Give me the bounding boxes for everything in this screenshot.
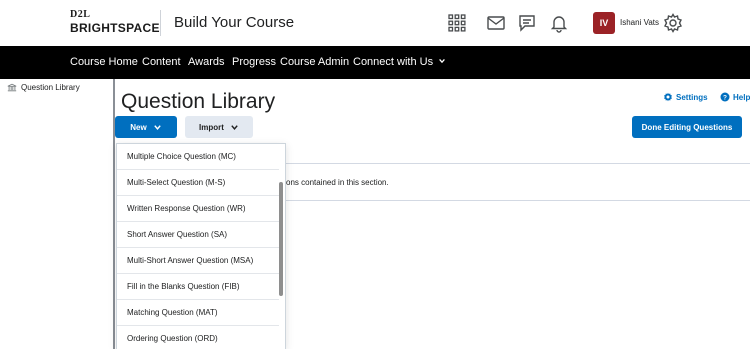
new-button-label: New	[130, 122, 147, 132]
mail-icon[interactable]	[486, 13, 506, 33]
chat-icon[interactable]	[517, 13, 537, 33]
library-icon	[7, 83, 17, 92]
sidebar-item-question-library[interactable]: Question Library	[7, 83, 80, 92]
menu-item-multi-select[interactable]: Multi-Select Question (M-S)	[117, 170, 279, 196]
settings-label: Settings	[676, 92, 708, 102]
page-title: Question Library	[121, 90, 276, 113]
nav-course-home[interactable]: Course Home	[70, 56, 138, 68]
menu-item-multiple-choice[interactable]: Multiple Choice Question (MC)	[117, 144, 279, 170]
sidebar-item-label: Question Library	[21, 83, 80, 92]
top-header: D2L BRIGHTSPACE Build Your Course IV Ish…	[0, 0, 750, 46]
help-link[interactable]: ? Help	[720, 92, 750, 102]
nav-progress[interactable]: Progress	[232, 56, 276, 68]
gear-icon[interactable]	[663, 13, 683, 33]
gear-icon	[664, 92, 672, 102]
done-editing-questions-button[interactable]: Done Editing Questions	[632, 116, 742, 138]
help-icon: ?	[720, 92, 730, 102]
waffle-grid-icon[interactable]	[447, 13, 467, 33]
new-button[interactable]: New	[115, 116, 177, 138]
empty-section-message: ons contained in this section.	[286, 178, 389, 187]
logo-brightspace-text: BRIGHTSPACE	[70, 21, 160, 35]
import-button[interactable]: Import	[185, 116, 253, 138]
bell-icon[interactable]	[549, 13, 569, 33]
menu-item-ordering[interactable]: Ordering Question (ORD)	[117, 326, 279, 349]
user-name[interactable]: Ishani Vats	[620, 18, 659, 27]
nav-bar: Course Home Content Awards Progress Cour…	[0, 46, 750, 79]
menu-item-fill-in-the-blanks[interactable]: Fill in the Blanks Question (FIB)	[117, 274, 279, 300]
menu-scrollbar[interactable]	[279, 182, 283, 296]
nav-awards[interactable]: Awards	[188, 56, 224, 68]
nav-content[interactable]: Content	[142, 56, 181, 68]
menu-item-short-answer[interactable]: Short Answer Question (SA)	[117, 222, 279, 248]
nav-course-admin[interactable]: Course Admin	[280, 56, 349, 68]
help-label: Help	[733, 92, 750, 102]
chevron-down-icon	[153, 124, 161, 130]
chevron-down-icon	[231, 124, 238, 130]
header-divider	[160, 10, 161, 36]
menu-item-matching[interactable]: Matching Question (MAT)	[117, 300, 279, 326]
nav-connect-with-us[interactable]: Connect with Us	[353, 56, 446, 68]
chevron-down-icon	[439, 58, 446, 64]
menu-item-written-response[interactable]: Written Response Question (WR)	[117, 196, 279, 222]
menu-item-multi-short-answer[interactable]: Multi-Short Answer Question (MSA)	[117, 248, 279, 274]
import-button-label: Import	[199, 122, 224, 132]
nav-connect-label: Connect with Us	[353, 56, 434, 68]
user-avatar[interactable]: IV	[593, 12, 615, 34]
logo-d2l-text: D2L	[70, 9, 91, 20]
course-title[interactable]: Build Your Course	[174, 14, 294, 31]
brightspace-logo[interactable]: D2L BRIGHTSPACE	[70, 9, 160, 35]
new-question-menu: Multiple Choice Question (MC) Multi-Sele…	[116, 143, 286, 349]
svg-text:?: ?	[723, 94, 727, 101]
settings-link[interactable]: Settings	[663, 92, 708, 102]
